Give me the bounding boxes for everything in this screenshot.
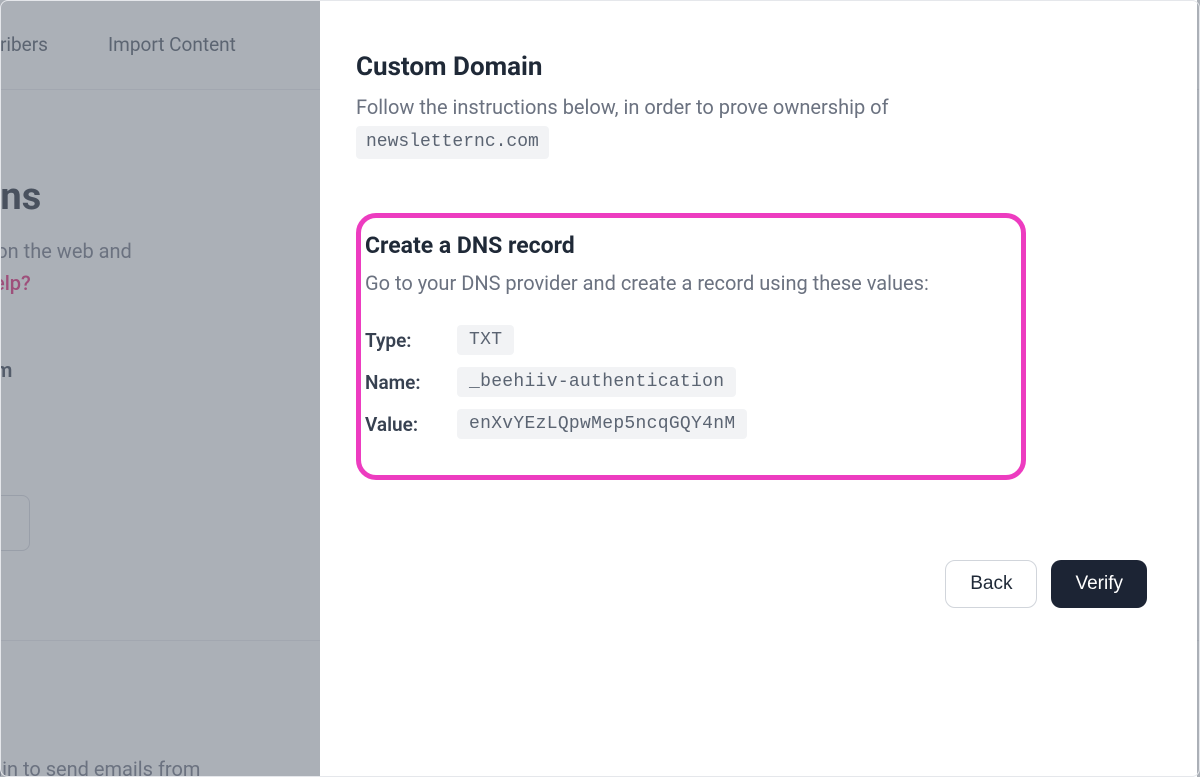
dns-type-value[interactable]: TXT (457, 325, 514, 355)
dns-name-label: Name: (365, 371, 437, 394)
verify-button[interactable]: Verify (1051, 560, 1147, 608)
modal-button-row: Back Verify (945, 560, 1147, 608)
dns-row-name: Name: _beehiiv-authentication (365, 367, 1013, 397)
dns-record-highlight-box: Create a DNS record Go to your DNS provi… (356, 213, 1026, 480)
dns-row-type: Type: TXT (365, 325, 1013, 355)
back-button[interactable]: Back (945, 560, 1037, 608)
dns-value-value[interactable]: enXvYEzLQpwMep5ncqGQY4nM (457, 409, 747, 439)
dns-section-title: Create a DNS record (365, 232, 1013, 259)
dns-section-desc: Go to your DNS provider and create a rec… (365, 271, 1013, 295)
domain-name-chip: newsletternc.com (356, 126, 549, 159)
dns-value-label: Value: (365, 413, 437, 436)
modal-desc-text: Follow the instructions below, in order … (356, 95, 889, 119)
modal-description: Follow the instructions below, in order … (356, 92, 1157, 159)
dns-name-value[interactable]: _beehiiv-authentication (457, 367, 736, 397)
dns-row-value: Value: enXvYEzLQpwMep5ncqGQY4nM (365, 409, 1013, 439)
custom-domain-modal: Custom Domain Follow the instructions be… (320, 0, 1197, 777)
modal-title: Custom Domain (356, 52, 1157, 82)
dns-type-label: Type: (365, 329, 437, 352)
